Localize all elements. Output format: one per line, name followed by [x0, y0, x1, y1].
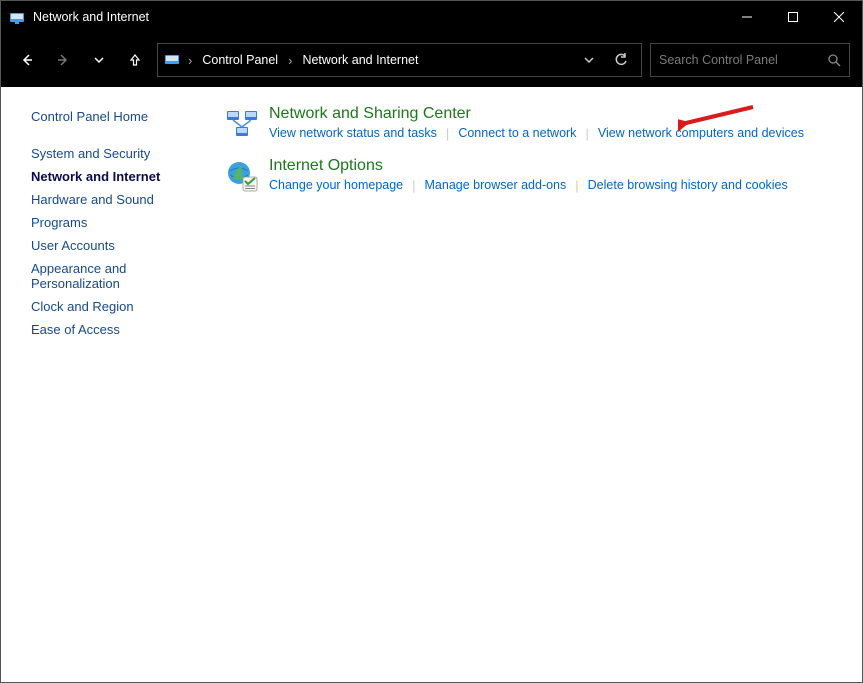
separator: | — [585, 126, 588, 141]
link-manage-addons[interactable]: Manage browser add-ons — [425, 177, 567, 193]
link-change-homepage[interactable]: Change your homepage — [269, 177, 403, 193]
sidebar-home[interactable]: Control Panel Home — [31, 109, 201, 124]
sidebar-item-system-security[interactable]: System and Security — [31, 142, 201, 165]
sidebar-item-clock-region[interactable]: Clock and Region — [31, 295, 201, 318]
search-bar[interactable] — [650, 43, 850, 77]
separator: | — [575, 178, 578, 193]
link-view-network-devices[interactable]: View network computers and devices — [598, 125, 804, 141]
sidebar-item-appearance[interactable]: Appearance and Personalization — [31, 257, 171, 295]
sidebar-item-ease-of-access[interactable]: Ease of Access — [31, 318, 201, 341]
close-button[interactable] — [816, 1, 862, 33]
body: Control Panel Home System and Security N… — [1, 87, 862, 682]
section-title-internet-options[interactable]: Internet Options — [269, 157, 842, 175]
section-network-sharing: Network and Sharing Center View network … — [225, 105, 842, 141]
app-icon — [9, 9, 25, 25]
minimize-button[interactable] — [724, 1, 770, 33]
section-links-network-sharing: View network status and tasks | Connect … — [269, 125, 842, 141]
address-icon — [164, 51, 182, 69]
search-input[interactable] — [659, 53, 821, 67]
search-icon — [827, 53, 841, 67]
link-view-network-status[interactable]: View network status and tasks — [269, 125, 437, 141]
link-connect-network[interactable]: Connect to a network — [458, 125, 576, 141]
sidebar: Control Panel Home System and Security N… — [1, 87, 211, 682]
link-delete-history[interactable]: Delete browsing history and cookies — [588, 177, 788, 193]
address-dropdown-button[interactable] — [575, 46, 603, 74]
section-title-network-sharing[interactable]: Network and Sharing Center — [269, 105, 842, 123]
control-panel-window: Network and Internet — [0, 0, 863, 683]
up-button[interactable] — [121, 46, 149, 74]
forward-button[interactable] — [49, 46, 77, 74]
window-controls — [724, 1, 862, 33]
window-title: Network and Internet — [33, 10, 149, 24]
sidebar-item-user-accounts[interactable]: User Accounts — [31, 234, 201, 257]
breadcrumb-current[interactable]: Network and Internet — [298, 53, 422, 67]
sidebar-item-programs[interactable]: Programs — [31, 211, 201, 234]
titlebar: Network and Internet — [1, 1, 862, 33]
network-sharing-icon — [225, 107, 259, 141]
navbar: › Control Panel › Network and Internet — [1, 33, 862, 87]
maximize-button[interactable] — [770, 1, 816, 33]
sidebar-item-network-internet[interactable]: Network and Internet — [31, 165, 201, 188]
section-links-internet-options: Change your homepage | Manage browser ad… — [269, 177, 842, 193]
content-area: Network and Sharing Center View network … — [211, 87, 862, 682]
separator: | — [446, 126, 449, 141]
sidebar-item-hardware-sound[interactable]: Hardware and Sound — [31, 188, 201, 211]
back-button[interactable] — [13, 46, 41, 74]
refresh-button[interactable] — [607, 46, 635, 74]
chevron-right-icon: › — [286, 53, 294, 68]
internet-options-icon — [225, 159, 259, 193]
separator: | — [412, 178, 415, 193]
address-bar[interactable]: › Control Panel › Network and Internet — [157, 43, 642, 77]
breadcrumb-root[interactable]: Control Panel — [198, 53, 282, 67]
recent-dropdown-button[interactable] — [85, 46, 113, 74]
section-internet-options: Internet Options Change your homepage | … — [225, 157, 842, 193]
chevron-right-icon: › — [186, 53, 194, 68]
